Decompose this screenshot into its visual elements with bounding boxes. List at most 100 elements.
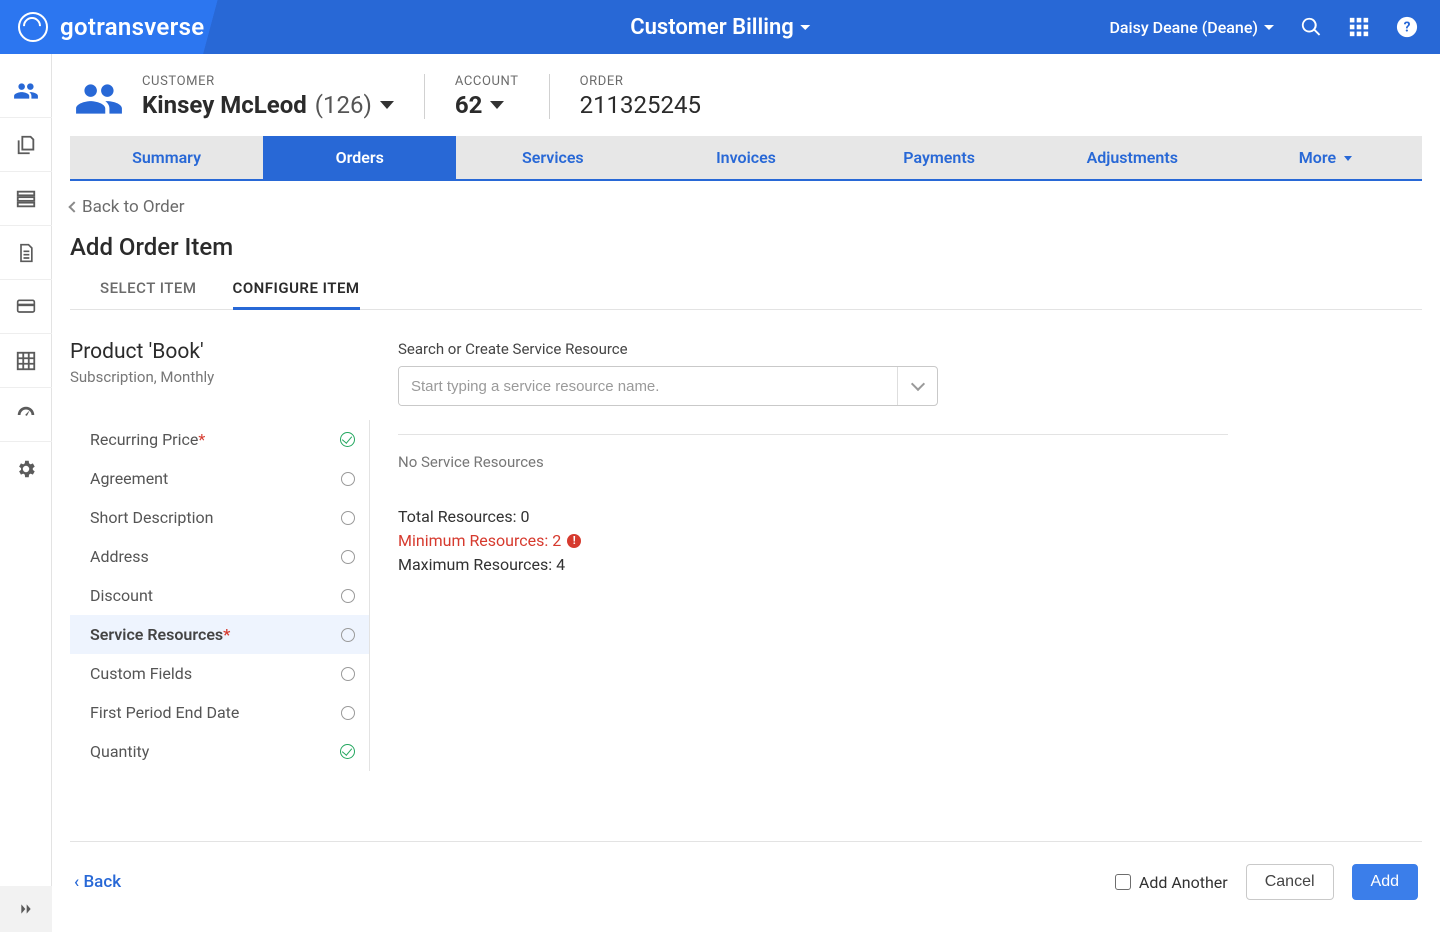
customer-selector[interactable]: Kinsey McLeod (126) xyxy=(142,91,394,119)
configure-body: Product 'Book' Subscription, Monthly Rec… xyxy=(52,310,1440,771)
nav-document[interactable] xyxy=(0,226,52,280)
wizard-tabs: SELECT ITEM CONFIGURE ITEM xyxy=(70,261,1422,310)
subtab-configure-item[interactable]: CONFIGURE ITEM xyxy=(233,279,360,310)
module-title: Customer Billing xyxy=(630,15,794,40)
module-selector[interactable]: Customer Billing xyxy=(630,15,810,40)
customer-id: (126) xyxy=(315,91,372,119)
order-label: ORDER xyxy=(580,74,701,89)
config-option-service-resources[interactable]: Service Resources* xyxy=(70,615,369,654)
order-value: 211325245 xyxy=(580,91,701,119)
footer-bar: ‹ Back Add Another Cancel Add xyxy=(70,841,1422,900)
top-bar: gotransverse Customer Billing Daisy Dean… xyxy=(0,0,1440,54)
config-option-label: Custom Fields xyxy=(90,664,192,683)
config-option-label: Service Resources* xyxy=(90,625,230,644)
back-to-order-link[interactable]: Back to Order xyxy=(70,197,185,217)
total-resources: Total Resources: 0 xyxy=(398,505,1228,529)
account-label: ACCOUNT xyxy=(455,74,519,89)
empty-circle-icon xyxy=(341,550,355,564)
empty-circle-icon xyxy=(341,472,355,486)
help-icon[interactable]: ? xyxy=(1396,16,1418,38)
config-option-short-description[interactable]: Short Description xyxy=(70,498,369,537)
topbar-right: Daisy Deane (Deane) ? xyxy=(1109,16,1440,38)
config-option-label: Recurring Price* xyxy=(90,430,205,449)
subtab-select-item[interactable]: SELECT ITEM xyxy=(100,279,197,309)
tab-orders[interactable]: Orders xyxy=(263,136,456,179)
caret-down-icon xyxy=(1264,25,1274,30)
configure-left: Product 'Book' Subscription, Monthly Rec… xyxy=(70,340,370,771)
empty-circle-icon xyxy=(341,511,355,525)
config-option-custom-fields[interactable]: Custom Fields xyxy=(70,654,369,693)
main: CUSTOMER Kinsey McLeod (126) ACCOUNT 62 … xyxy=(0,54,1440,932)
customer-name: Kinsey McLeod xyxy=(142,91,307,119)
empty-circle-icon xyxy=(341,667,355,681)
resource-summary: Total Resources: 0 Minimum Resources: 2 … xyxy=(398,505,1228,577)
brand: gotransverse xyxy=(0,0,320,54)
chevron-left-icon xyxy=(68,201,79,212)
entity-header: CUSTOMER Kinsey McLeod (126) ACCOUNT 62 … xyxy=(52,54,1440,136)
sidenav xyxy=(0,54,52,932)
config-option-discount[interactable]: Discount xyxy=(70,576,369,615)
config-option-recurring-price[interactable]: Recurring Price* xyxy=(70,420,369,459)
config-option-label: Discount xyxy=(90,586,153,605)
empty-circle-icon xyxy=(341,628,355,642)
nav-customers[interactable] xyxy=(0,64,52,118)
min-resources: Minimum Resources: 2 ! xyxy=(398,529,1228,553)
caret-down-icon xyxy=(800,25,810,30)
tab-invoices[interactable]: Invoices xyxy=(649,136,842,179)
add-button[interactable]: Add xyxy=(1352,864,1418,900)
page-title: Add Order Item xyxy=(52,225,1440,261)
config-option-label: Quantity xyxy=(90,742,149,761)
configure-right: Search or Create Service Resource No Ser… xyxy=(398,340,1228,771)
resource-search[interactable] xyxy=(398,366,938,406)
product-meta: Subscription, Monthly xyxy=(70,368,370,386)
account-selector[interactable]: 62 xyxy=(455,91,519,119)
max-resources: Maximum Resources: 4 xyxy=(398,553,1228,577)
customer-col: CUSTOMER Kinsey McLeod (126) xyxy=(142,74,424,119)
account-col: ACCOUNT 62 xyxy=(424,74,549,119)
apps-grid-icon[interactable] xyxy=(1348,16,1370,38)
caret-down-icon xyxy=(1344,156,1352,161)
divider xyxy=(398,434,1228,435)
product-title: Product 'Book' xyxy=(70,340,370,364)
tab-services[interactable]: Services xyxy=(456,136,649,179)
empty-circle-icon xyxy=(341,706,355,720)
no-resources-msg: No Service Resources xyxy=(398,453,1228,471)
config-option-agreement[interactable]: Agreement xyxy=(70,459,369,498)
config-option-address[interactable]: Address xyxy=(70,537,369,576)
resource-search-input[interactable] xyxy=(399,367,897,405)
tab-more[interactable]: More xyxy=(1229,136,1422,179)
resource-search-dropdown[interactable] xyxy=(897,367,937,405)
add-another-checkbox[interactable]: Add Another xyxy=(1115,873,1228,892)
brand-logo-icon xyxy=(18,12,48,42)
nav-stack[interactable] xyxy=(0,172,52,226)
back-link[interactable]: ‹ Back xyxy=(74,872,121,892)
config-option-label: Agreement xyxy=(90,469,168,488)
order-col: ORDER 211325245 xyxy=(549,74,731,119)
content: CUSTOMER Kinsey McLeod (126) ACCOUNT 62 … xyxy=(52,54,1440,932)
config-option-label: Address xyxy=(90,547,149,566)
tab-summary[interactable]: Summary xyxy=(70,136,263,179)
account-tabs: SummaryOrdersServicesInvoicesPaymentsAdj… xyxy=(70,136,1422,181)
check-circle-icon xyxy=(340,432,355,447)
check-circle-icon xyxy=(340,744,355,759)
tab-payments[interactable]: Payments xyxy=(843,136,1036,179)
nav-dashboard[interactable] xyxy=(0,388,52,442)
checkbox-icon xyxy=(1115,874,1131,890)
config-option-quantity[interactable]: Quantity xyxy=(70,732,369,771)
nav-settings[interactable] xyxy=(0,442,52,496)
caret-down-icon xyxy=(490,101,504,109)
account-value: 62 xyxy=(455,91,483,119)
nav-copy[interactable] xyxy=(0,118,52,172)
tab-adjustments[interactable]: Adjustments xyxy=(1036,136,1229,179)
sidenav-expand[interactable] xyxy=(0,886,52,932)
cancel-button[interactable]: Cancel xyxy=(1246,864,1334,900)
nav-table[interactable] xyxy=(0,334,52,388)
resource-search-label: Search or Create Service Resource xyxy=(398,340,1228,358)
user-menu[interactable]: Daisy Deane (Deane) xyxy=(1109,18,1274,37)
caret-down-icon xyxy=(380,101,394,109)
brand-name: gotransverse xyxy=(60,13,204,41)
empty-circle-icon xyxy=(341,589,355,603)
search-icon[interactable] xyxy=(1300,16,1322,38)
nav-card[interactable] xyxy=(0,280,52,334)
config-option-first-period-end-date[interactable]: First Period End Date xyxy=(70,693,369,732)
